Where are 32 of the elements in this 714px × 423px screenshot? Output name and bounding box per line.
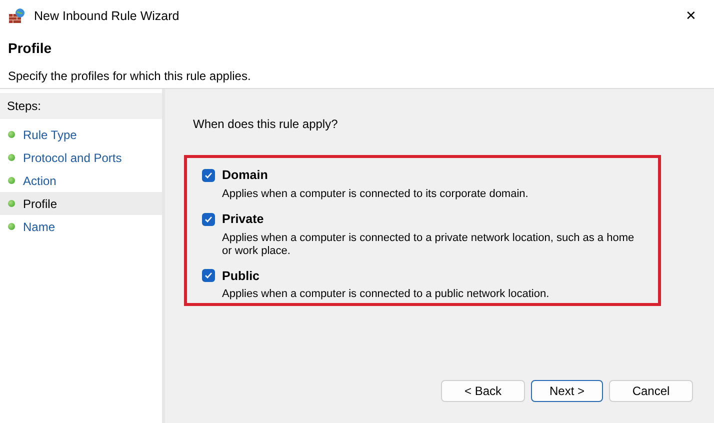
check-icon <box>204 271 213 280</box>
description-text: Applies when a computer is connected to a public network location. <box>222 288 550 302</box>
step-item[interactable]: Name <box>0 215 162 238</box>
step-item[interactable]: Action <box>0 169 162 192</box>
page-subtitle: Specify the profiles for which this rule applies. <box>8 68 252 85</box>
next-button[interactable]: Next > <box>531 380 603 402</box>
checkbox[interactable] <box>202 212 215 226</box>
close-button[interactable]: ✕ <box>668 0 714 32</box>
bullet-icon <box>8 131 15 138</box>
bullet-icon <box>8 154 15 161</box>
checkbox-label[interactable]: Domain <box>222 166 268 185</box>
steps-heading: Steps: <box>0 93 162 119</box>
description-text: Applies when a computer is connected to its corporate domain. <box>222 188 530 201</box>
checkbox[interactable] <box>202 168 215 182</box>
bullet-icon <box>8 223 15 230</box>
firewall-icon <box>8 8 26 24</box>
checkbox[interactable] <box>202 269 215 282</box>
cancel-button[interactable]: Cancel <box>609 380 693 402</box>
step-item[interactable]: Protocol and Ports <box>0 146 162 169</box>
bullet-icon <box>8 177 15 184</box>
step-item[interactable]: Profile <box>0 192 162 215</box>
question-text: When does this rule apply? <box>193 116 339 133</box>
checkbox-label[interactable]: Private <box>222 210 264 228</box>
page-title: Profile <box>8 39 53 58</box>
check-icon <box>204 170 213 180</box>
description-text: Applies when a computer is connected to a private network location, such as a home or work place. <box>222 232 636 258</box>
checkbox-label[interactable]: Public <box>222 266 260 286</box>
bullet-icon <box>8 200 15 207</box>
back-button[interactable]: < Back <box>441 380 525 402</box>
window-title: New Inbound Rule Wizard <box>34 8 180 25</box>
check-icon <box>204 214 213 224</box>
step-item[interactable]: Rule Type <box>0 123 162 146</box>
